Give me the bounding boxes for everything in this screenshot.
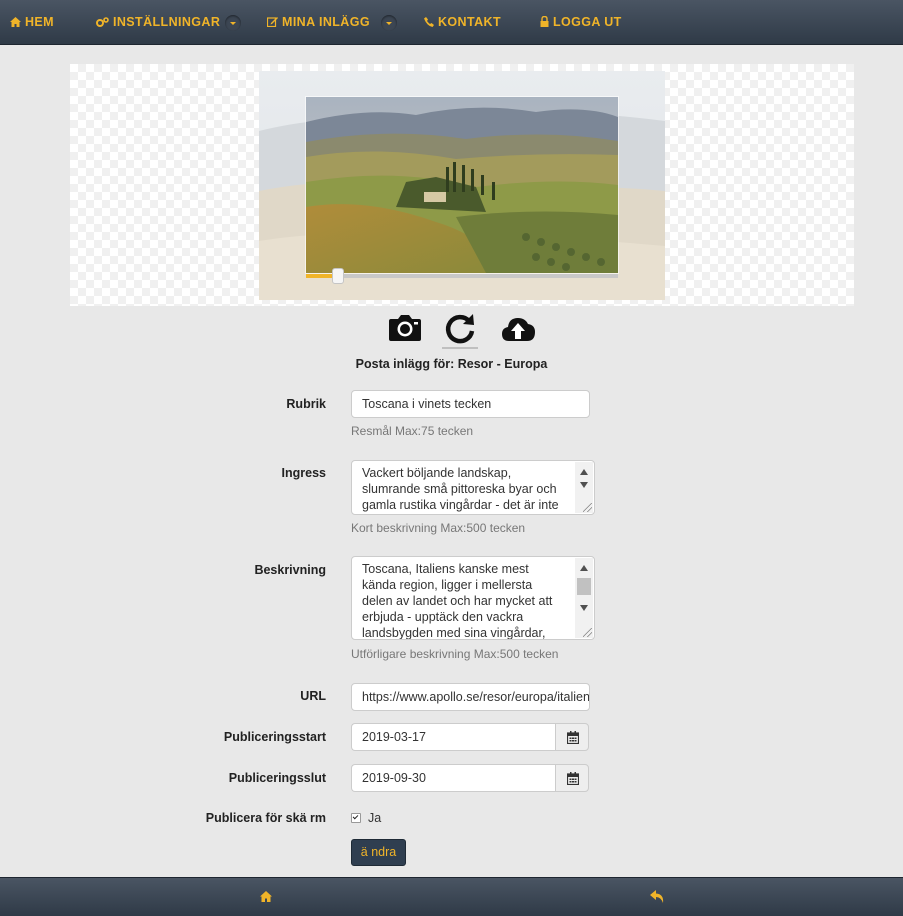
- lock-icon: [540, 15, 549, 27]
- camera-icon[interactable]: [387, 311, 423, 347]
- nav-my-posts-label: MINA INLÄGG: [282, 15, 370, 29]
- bottom-navbar: [0, 877, 903, 916]
- resize-grip-icon[interactable]: [583, 628, 592, 637]
- post-for-heading: Posta inlägg för: Resor - Europa: [355, 357, 548, 371]
- submit-button[interactable]: ä ndra: [351, 839, 406, 866]
- ingress-text: Vackert böljande landskap, slumrande små…: [362, 466, 559, 512]
- beskrivning-text: Toscana, Italiens kanske mest kända regi…: [362, 562, 553, 640]
- publish-screen-option: Ja: [368, 811, 382, 825]
- calendar-icon: [567, 772, 579, 785]
- beskrivning-textarea[interactable]: Toscana, Italiens kanske mest kända regi…: [351, 556, 595, 640]
- pub-start-input[interactable]: 2019-03-17: [351, 723, 556, 751]
- zoom-slider-fill: [306, 274, 334, 278]
- rubrik-label: Rubrik: [286, 397, 326, 411]
- rubrik-input[interactable]: Toscana i vinets tecken: [351, 390, 590, 418]
- home-icon: [10, 17, 21, 27]
- calendar-icon: [567, 731, 579, 744]
- ingress-textarea[interactable]: Vackert böljande landskap, slumrande små…: [351, 460, 595, 515]
- url-label: URL: [300, 689, 326, 703]
- edit-icon: [266, 17, 278, 28]
- ingress-help: Kort beskrivning Max:500 tecken: [351, 521, 526, 535]
- pub-start-calendar-button[interactable]: [555, 723, 589, 751]
- resize-grip-icon[interactable]: [583, 503, 592, 512]
- crop-selection-image[interactable]: [305, 96, 619, 274]
- nav-logout-label: LOGGA UT: [553, 15, 622, 29]
- beskrivning-label: Beskrivning: [254, 563, 326, 577]
- pub-end-input[interactable]: 2019-09-30: [351, 764, 556, 792]
- nav-settings-label: INSTÄLLNINGAR: [113, 15, 221, 29]
- nav-home[interactable]: HEM: [10, 0, 54, 45]
- settings-dropdown-toggle[interactable]: [225, 15, 241, 31]
- ingress-label: Ingress: [281, 466, 326, 480]
- publish-screen-label: Publicera för skä rm: [205, 811, 326, 825]
- rubrik-help: Resmål Max:75 tecken: [351, 424, 474, 438]
- scroll-thumb[interactable]: [577, 578, 591, 595]
- home-icon[interactable]: [260, 891, 272, 902]
- pub-end-calendar-button[interactable]: [555, 764, 589, 792]
- url-input[interactable]: https://www.apollo.se/resor/europa/itali…: [351, 683, 590, 711]
- pub-start-label: Publiceringsstart: [223, 730, 326, 744]
- gears-icon: [96, 17, 109, 27]
- rotate-icon[interactable]: [442, 311, 478, 349]
- top-navbar: HEM INSTÄLLNINGAR MINA INLÄGG KONTAKT LO…: [0, 0, 903, 45]
- zoom-slider[interactable]: [306, 268, 618, 284]
- pub-end-label: Publiceringsslut: [228, 771, 326, 785]
- phone-icon: [424, 17, 434, 27]
- beskrivning-scrollbar[interactable]: [575, 558, 593, 638]
- publish-screen-checkbox[interactable]: [351, 813, 361, 823]
- scroll-down-icon[interactable]: [580, 482, 588, 488]
- nav-logout[interactable]: LOGGA UT: [540, 0, 622, 45]
- beskrivning-help: Utförligare beskrivning Max:500 tecken: [351, 647, 559, 661]
- cloud-upload-icon[interactable]: [500, 311, 536, 347]
- scroll-up-icon[interactable]: [580, 469, 588, 475]
- nav-contact[interactable]: KONTAKT: [424, 0, 501, 45]
- nav-settings[interactable]: INSTÄLLNINGAR: [96, 0, 220, 45]
- scroll-down-icon[interactable]: [580, 605, 588, 611]
- nav-home-label: HEM: [25, 15, 54, 29]
- scroll-up-icon[interactable]: [580, 565, 588, 571]
- back-arrow-icon[interactable]: [650, 890, 665, 904]
- my-posts-dropdown-toggle[interactable]: [381, 15, 397, 31]
- zoom-slider-handle[interactable]: [332, 268, 344, 284]
- nav-my-posts[interactable]: MINA INLÄGG: [266, 0, 370, 45]
- nav-contact-label: KONTAKT: [438, 15, 501, 29]
